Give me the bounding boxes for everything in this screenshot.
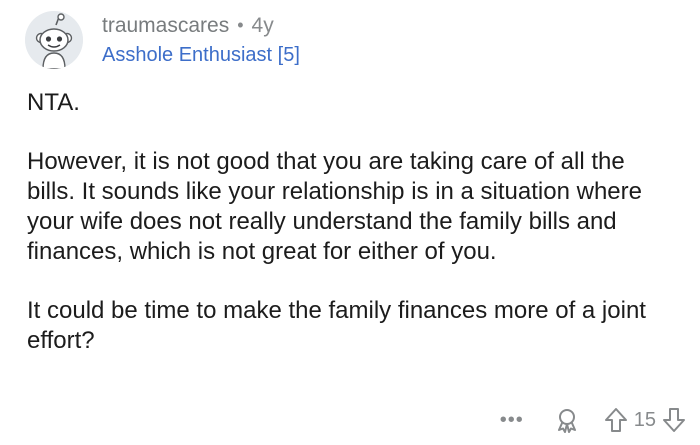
user-flair: Asshole Enthusiast [5]: [102, 43, 300, 66]
comment-paragraph: However, it is not good that you are tak…: [27, 148, 642, 265]
downvote-button[interactable]: [662, 407, 686, 433]
comment-actions: ••• 15: [500, 406, 686, 434]
meta-top-row: traumascares • 4y: [102, 14, 300, 38]
comment-age: 4y: [251, 13, 274, 37]
avatar[interactable]: [25, 11, 83, 69]
reddit-snoo-avatar-icon: [25, 11, 83, 69]
username[interactable]: traumascares: [102, 14, 229, 38]
comment-body: NTA. However, it is not good that you ar…: [27, 88, 677, 356]
award-button[interactable]: [554, 407, 580, 433]
comment-meta: traumascares • 4y Asshole Enthusiast [5]: [102, 14, 300, 67]
downvote-arrow-icon: [663, 408, 685, 432]
award-icon: [557, 409, 576, 433]
upvote-button[interactable]: [604, 407, 628, 433]
upvote-arrow-icon: [604, 408, 627, 432]
comment-header: traumascares • 4y Asshole Enthusiast [5]: [25, 10, 300, 70]
comment: traumascares • 4y Asshole Enthusiast [5]…: [0, 0, 700, 445]
separator-dot: •: [237, 15, 244, 35]
comment-paragraph: NTA.: [27, 89, 80, 116]
more-options-button[interactable]: •••: [500, 410, 524, 430]
vote-count: 15: [633, 408, 656, 431]
comment-paragraph: It could be time to make the family fina…: [27, 297, 646, 354]
